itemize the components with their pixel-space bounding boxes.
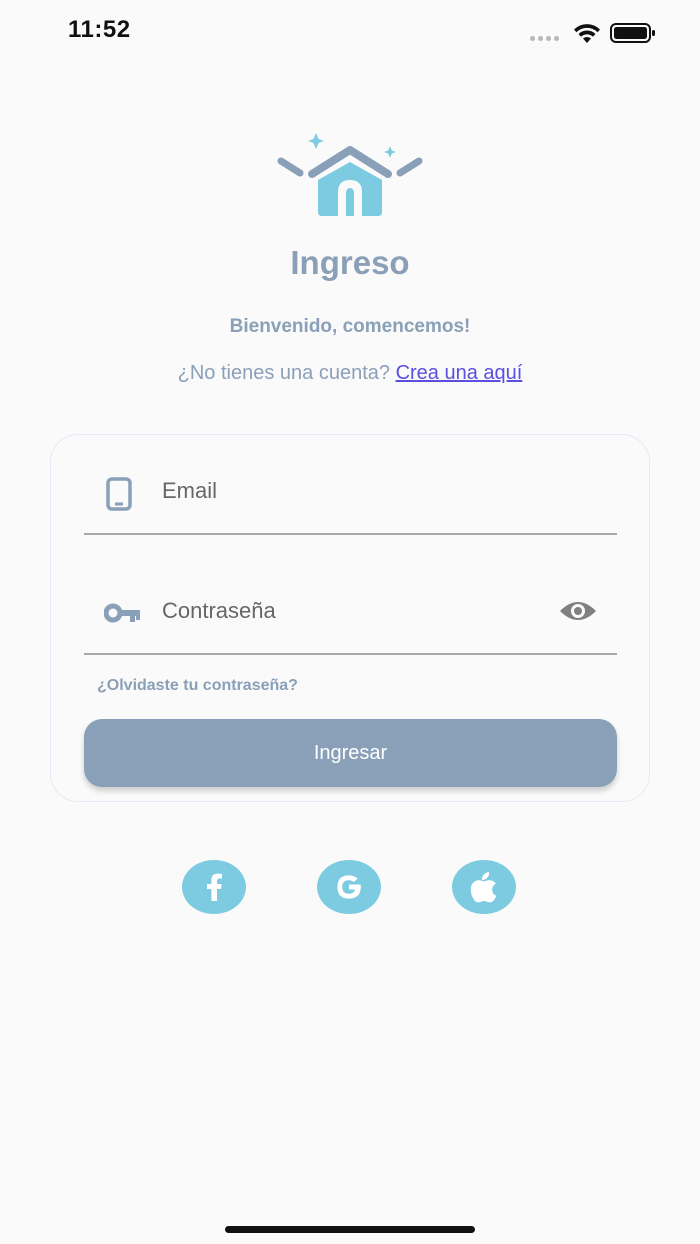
welcome-text: Bienvenido, comencemos! <box>229 316 471 337</box>
google-icon <box>337 875 361 899</box>
signup-prompt-line: ¿No tienes una cuenta? Crea una aquí <box>0 362 700 385</box>
facebook-icon <box>207 873 222 901</box>
login-card: ¿Olvidaste tu contraseña? Ingresar <box>50 434 650 802</box>
google-login-button[interactable] <box>317 860 381 914</box>
apple-icon <box>470 872 497 903</box>
home-indicator <box>225 1226 475 1233</box>
email-field[interactable] <box>84 463 617 535</box>
key-icon <box>104 603 140 623</box>
apple-login-button[interactable] <box>452 860 516 914</box>
page-title: Ingreso <box>290 244 410 281</box>
eye-icon[interactable] <box>559 599 597 623</box>
phone-icon <box>106 477 132 511</box>
battery-icon <box>610 23 655 43</box>
signup-link[interactable]: Crea una aquí <box>396 362 523 384</box>
forgot-password-link[interactable]: ¿Olvidaste tu contraseña? <box>97 677 298 695</box>
login-screen: 11:52 Ingreso Bienvenido, comencemos! ¿N… <box>0 0 700 1244</box>
facebook-login-button[interactable] <box>182 860 246 914</box>
signup-prompt-text: ¿No tienes una cuenta? <box>177 362 391 384</box>
login-button[interactable]: Ingresar <box>84 719 617 787</box>
password-input[interactable] <box>162 591 542 631</box>
signal-icon <box>530 36 564 42</box>
house-logo-icon <box>277 133 423 216</box>
status-time: 11:52 <box>68 16 131 43</box>
password-field[interactable] <box>84 583 617 655</box>
email-input[interactable] <box>162 471 542 511</box>
wifi-icon <box>574 24 600 43</box>
